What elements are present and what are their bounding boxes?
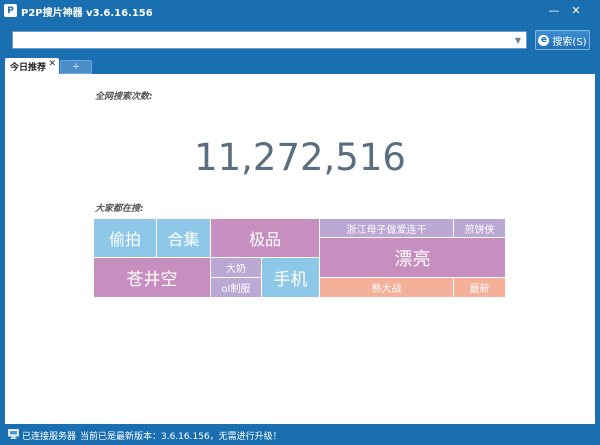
tag-label: 浙江母子做爱连干 [346,224,427,236]
tag-label: 极品 [248,230,281,249]
tag-tile[interactable]: 浙江母子做爱连干 [320,219,454,238]
search-box[interactable]: ▼ [12,31,527,49]
tab-today-recommend[interactable]: 今日推荐 ✕ [5,58,59,74]
tag-tile[interactable]: 熟大战 [320,278,454,298]
browser-e-icon: e [538,34,550,46]
new-tab-button[interactable]: + [60,60,92,74]
main-content: 全网搜索次数: 11,272,516 大家都在搜: 偷拍 合集 极品 浙江母子做… [5,74,595,424]
tag-tile[interactable]: 大奶 [211,258,262,278]
tag-label: 手机 [273,270,308,290]
total-searches-label: 全网搜索次数: [95,92,153,102]
tag-label: 合集 [167,230,200,249]
tag-tile[interactable]: 偷拍 [94,219,157,258]
total-searches-count: 11,272,516 [194,136,406,179]
version-status: 当前已是最新版本：3.6.16.156，无需进行升级！ [80,432,282,442]
tab-close-icon[interactable]: ✕ [48,59,56,69]
tag-tile[interactable]: ol制服 [211,278,262,298]
tag-label: ol制服 [221,284,251,295]
popular-searches-label: 大家都在搜: [95,204,144,214]
tag-tile[interactable]: 煎饼侠 [454,219,506,238]
tab-bar: 今日推荐 ✕ + [0,58,600,74]
minimize-button[interactable]: — [545,2,563,18]
window-title: P2P搜片神器 v3.6.16.156 [21,8,153,19]
search-input[interactable] [15,32,514,48]
search-button[interactable]: e 搜索(S) [535,30,590,50]
tag-label: 大奶 [226,264,246,275]
tag-tile[interactable]: 极品 [211,219,320,258]
chevron-down-icon[interactable]: ▼ [511,33,525,47]
tag-label: 煎饼侠 [464,224,495,236]
tag-tile[interactable]: 苍井空 [94,258,211,298]
tag-tile[interactable]: 最新 [454,278,506,298]
tag-tile[interactable]: 手机 [262,258,320,298]
toolbar: ▼ e 搜索(S) [0,22,600,58]
connection-status: 已连接服务器 [22,432,77,442]
app-logo-icon: P [4,4,17,17]
tag-tile[interactable]: 合集 [157,219,211,258]
search-button-label: 搜索(S) [552,36,587,48]
tag-label: 偷拍 [108,230,141,249]
tag-label: 漂亮 [394,248,431,270]
title-bar: P P2P搜片神器 v3.6.16.156 — ✕ [0,0,600,22]
tag-label: 苍井空 [126,270,178,290]
tag-tile[interactable]: 漂亮 [320,238,506,278]
close-button[interactable]: ✕ [567,2,585,18]
status-bar: 已连接服务器 当前已是最新版本：3.6.16.156，无需进行升级！ [0,424,600,445]
network-connected-icon [8,429,19,439]
tab-label: 今日推荐 [10,63,47,73]
tag-label: 熟大战 [371,284,402,295]
tag-label: 最新 [469,284,490,295]
